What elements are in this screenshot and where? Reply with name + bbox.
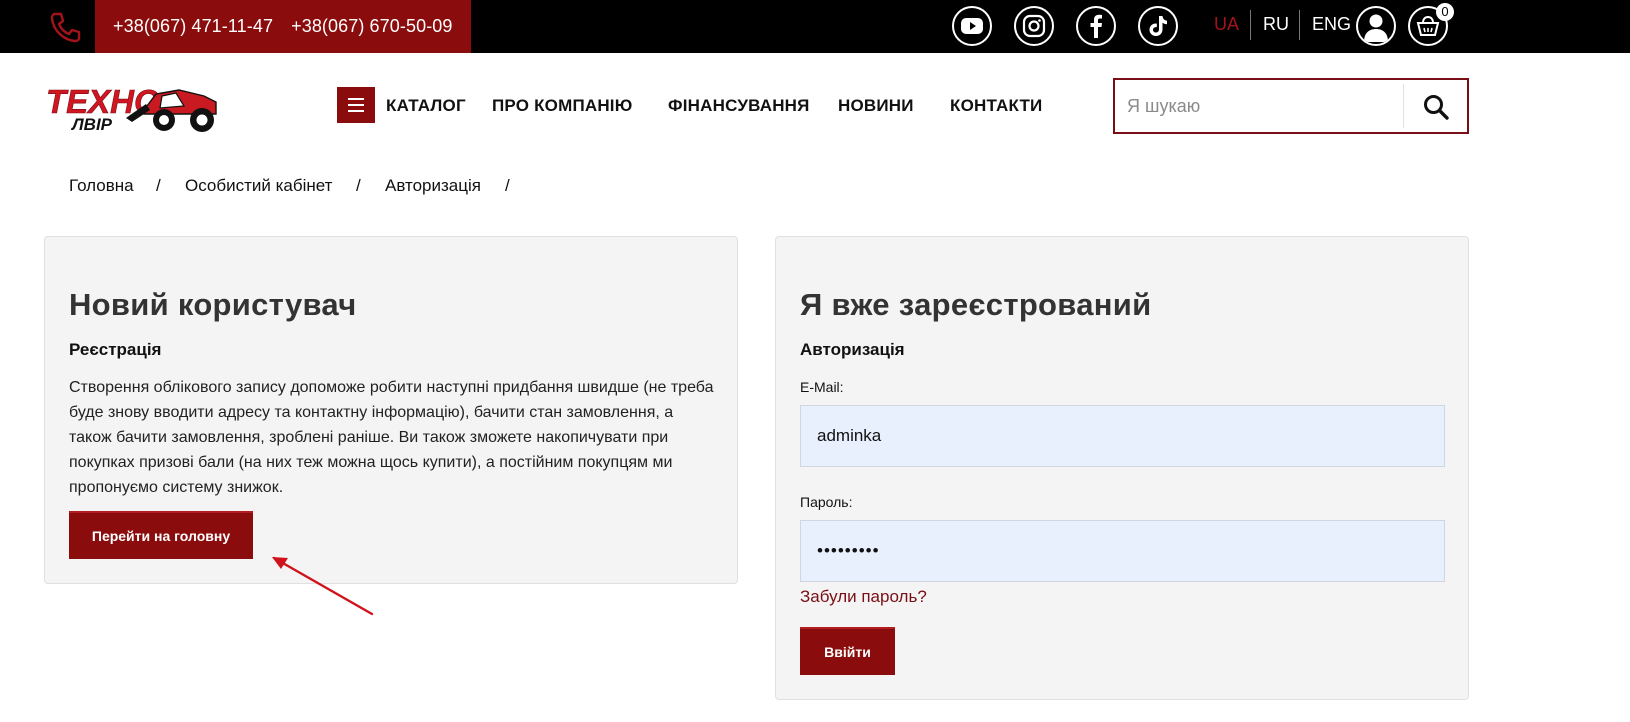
breadcrumb-current: Авторизація [385,176,481,195]
login-button[interactable]: Ввійти [800,627,895,675]
new-user-title: Новий користувач [69,287,357,322]
user-account-icon[interactable] [1356,6,1396,46]
search-box [1113,78,1469,134]
lang-ua[interactable]: UA [1214,14,1239,35]
instagram-icon[interactable] [1014,6,1054,46]
password-label: Пароль: [800,494,853,510]
phone-number-2[interactable]: +38(067) 670-50-09 [291,16,452,37]
youtube-icon[interactable] [952,6,992,46]
facebook-icon[interactable] [1076,6,1116,46]
search-icon[interactable] [1421,92,1451,122]
login-title: Я вже зареєстрований [800,287,1152,322]
forgot-password-link[interactable]: Забули пароль? [800,587,927,607]
lang-eng[interactable]: ENG [1312,14,1351,35]
search-divider [1403,84,1404,128]
nav-catalog[interactable]: КАТАЛОГ [386,96,466,116]
login-subtitle: Авторизація [800,340,905,359]
catalog-menu-icon[interactable] [337,87,375,123]
email-label: E-Mail: [800,379,844,395]
nav-about[interactable]: ПРО КОМПАНІЮ [492,96,632,116]
lang-divider [1299,10,1300,40]
registration-description: Створення облікового запису допоможе роб… [69,379,714,496]
breadcrumb-separator: / [505,176,510,195]
breadcrumb-separator: / [356,176,361,195]
nav-contacts[interactable]: КОНТАКТИ [950,96,1042,116]
site-logo[interactable]: ТЕХНО ЛВІР [44,80,220,136]
breadcrumb-account[interactable]: Особистий кабінет [185,176,332,196]
cart-count-badge: 0 [1436,3,1454,21]
breadcrumb-separator: / [156,176,161,195]
annotation-arrow [272,556,374,616]
lang-ru[interactable]: RU [1263,14,1289,35]
password-field[interactable] [800,520,1445,582]
nav-news[interactable]: НОВИНИ [838,96,914,116]
registration-subtitle: Реєстрація [69,340,162,359]
breadcrumb-home[interactable]: Головна [69,176,134,196]
phone-numbers: +38(067) 471-11-47 +38(067) 670-50-09 [95,0,471,53]
top-bar: +38(067) 471-11-47 +38(067) 670-50-09 UA… [0,0,1630,53]
new-user-panel: Новий користувач Реєстрація Створення об… [44,236,738,584]
lang-divider [1250,10,1251,40]
login-panel: Я вже зареєстрований Авторизація E-Mail:… [775,236,1469,700]
phone-number-1[interactable]: +38(067) 471-11-47 [113,16,273,37]
nav-financing[interactable]: ФІНАНСУВАННЯ [668,96,810,116]
svg-text:ЛВІР: ЛВІР [70,115,113,134]
email-field[interactable] [800,405,1445,467]
go-home-button[interactable]: Перейти на головну [69,511,253,559]
tiktok-icon[interactable] [1138,6,1178,46]
phone-icon [50,12,81,43]
search-input[interactable] [1115,80,1405,132]
